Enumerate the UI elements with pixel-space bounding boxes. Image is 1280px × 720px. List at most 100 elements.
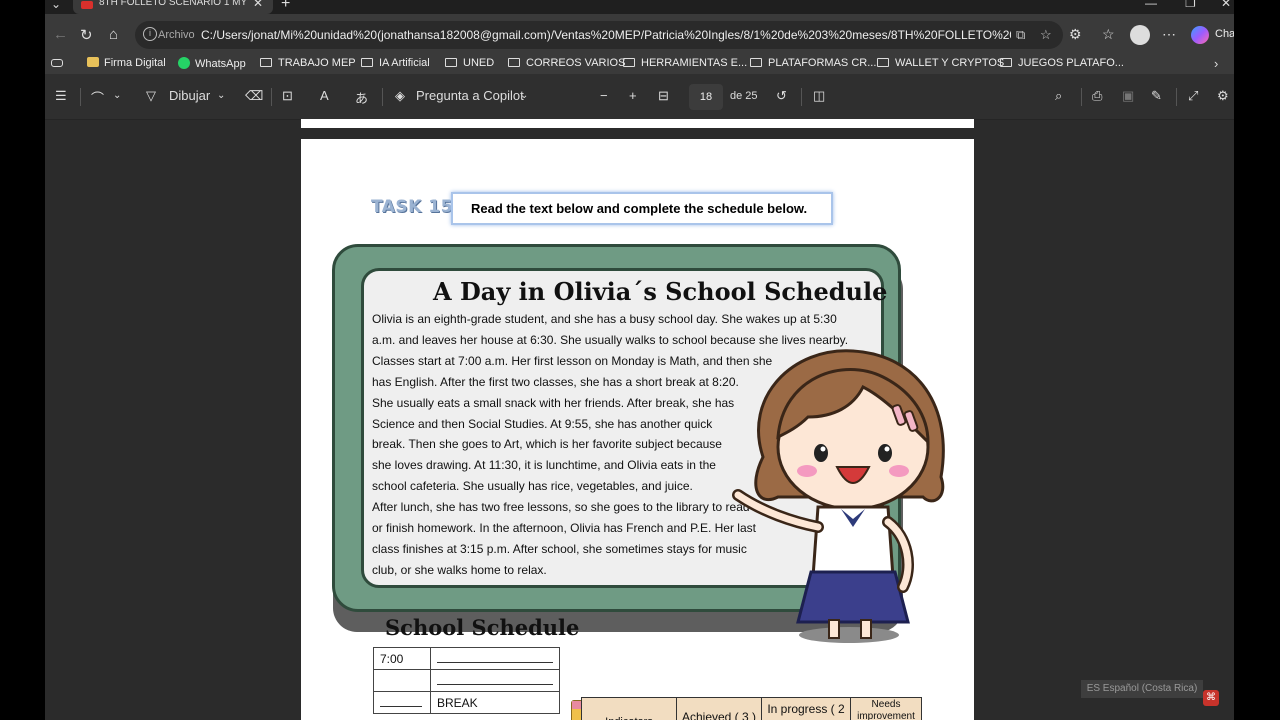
rubric-header-indicators: Indicators bbox=[581, 697, 677, 720]
toolbar-divider bbox=[382, 88, 383, 106]
folder-icon bbox=[508, 58, 520, 67]
save-as-icon[interactable]: ✎ bbox=[1151, 88, 1162, 104]
chat-label[interactable]: Chat bbox=[1215, 28, 1234, 40]
folder-icon bbox=[877, 58, 889, 67]
reload-icon[interactable]: ↻ bbox=[80, 26, 93, 44]
zoom-out-icon[interactable]: − bbox=[600, 88, 608, 103]
highlight-chevron-icon[interactable]: ⌄ bbox=[113, 90, 121, 101]
schedule-time-cell bbox=[373, 669, 431, 692]
page-number-input[interactable]: 18 bbox=[689, 84, 723, 110]
address-bar[interactable]: i Archivo C:/Users/jonat/Mi%20unidad%20(… bbox=[135, 21, 1063, 49]
draw-button[interactable]: Dibujar bbox=[169, 88, 210, 103]
contents-list-icon[interactable]: ☰ bbox=[55, 88, 67, 104]
profile-avatar[interactable] bbox=[1130, 25, 1150, 45]
bookmark-plataformas[interactable]: PLATAFORMAS CR... bbox=[750, 57, 876, 69]
title-bar: ⌄ 8TH FOLLETO SCENARIO 1 MY HIGH ✕ + — ❐… bbox=[45, 0, 1234, 14]
rubric-table: Indicators Achieved ( 3 ) In progress ( … bbox=[581, 697, 922, 720]
more-menu-icon[interactable]: ⋯ bbox=[1162, 26, 1176, 43]
schedule-table: 7:00 BREAK bbox=[373, 647, 560, 714]
close-window-icon[interactable]: ✕ bbox=[1221, 0, 1231, 10]
draw-icon[interactable]: ▽ bbox=[146, 88, 156, 104]
home-icon[interactable]: ⌂ bbox=[109, 26, 118, 43]
schedule-title: School Schedule bbox=[385, 615, 580, 640]
toolbar-divider bbox=[80, 88, 81, 106]
schedule-time-cell: 7:00 bbox=[373, 647, 431, 670]
tab-list-chevron-icon[interactable]: ⌄ bbox=[51, 0, 61, 11]
fit-page-icon[interactable]: ⊟ bbox=[658, 88, 669, 104]
bookmarks-more-chevron-icon[interactable]: › bbox=[1214, 56, 1218, 71]
pdf-toolbar: ☰ ⌒ ⌄ ▽ Dibujar ⌄ ⌫ ⊡ A あ ◈ Pregunta a C… bbox=[45, 74, 1234, 120]
copilot-icon[interactable] bbox=[1191, 26, 1209, 44]
bookmark-firma-digital[interactable]: Firma Digital bbox=[87, 57, 166, 69]
new-tab-icon[interactable]: + bbox=[281, 0, 290, 13]
task-label: TASK 15 bbox=[371, 197, 453, 217]
blank-line bbox=[437, 676, 553, 685]
ask-copilot-button[interactable]: Pregunta a Copilot bbox=[416, 88, 524, 103]
draw-chevron-icon[interactable]: ⌄ bbox=[217, 90, 225, 101]
copilot-page-icon[interactable]: ⧉ bbox=[1016, 27, 1025, 43]
search-icon[interactable]: ⌕ bbox=[1055, 88, 1062, 104]
active-tab[interactable]: 8TH FOLLETO SCENARIO 1 MY HIGH ✕ bbox=[73, 0, 273, 14]
browser-window: ⌄ 8TH FOLLETO SCENARIO 1 MY HIGH ✕ + — ❐… bbox=[45, 0, 1234, 720]
page-view-icon[interactable]: ◫ bbox=[813, 88, 825, 104]
print-icon[interactable]: ⎙ bbox=[1092, 88, 1102, 104]
read-aloud-icon[interactable]: A bbox=[320, 88, 329, 103]
story-line: Olivia is an eighth-grade student, and s… bbox=[372, 312, 837, 326]
info-icon[interactable]: i bbox=[143, 27, 157, 41]
bookmark-card-icon[interactable] bbox=[51, 59, 63, 67]
language-indicator[interactable]: ES Español (Costa Rica) bbox=[1081, 680, 1203, 698]
extensions-icon[interactable]: ⚙ bbox=[1069, 26, 1082, 43]
bookmark-uned[interactable]: UNED bbox=[445, 57, 494, 69]
bookmark-juegos[interactable]: JUEGOS PLATAFO... bbox=[1000, 57, 1124, 69]
translate-icon[interactable]: あ bbox=[355, 88, 368, 107]
rubric-header-needs-improvement: Needs improvement bbox=[850, 697, 922, 720]
text-box-icon[interactable]: ⊡ bbox=[282, 88, 293, 104]
fullscreen-icon[interactable]: ⤢ bbox=[1188, 88, 1198, 104]
eraser-icon[interactable]: ⌫ bbox=[245, 88, 263, 104]
desktop-edge bbox=[1234, 0, 1280, 720]
bookmark-trabajo-mep[interactable]: TRABAJO MEP bbox=[260, 57, 356, 69]
folder-icon bbox=[750, 58, 762, 67]
tab-title: 8TH FOLLETO SCENARIO 1 MY HIGH bbox=[99, 0, 249, 8]
bookmarks-bar: Firma Digital WhatsApp TRABAJO MEP IA Ar… bbox=[45, 56, 1234, 74]
back-icon[interactable]: ← bbox=[53, 26, 68, 43]
folder-icon bbox=[260, 58, 272, 67]
copilot-chevron-icon[interactable]: ⌄ bbox=[520, 90, 528, 101]
schedule-time-blank bbox=[373, 691, 431, 714]
minimize-icon[interactable]: — bbox=[1145, 0, 1157, 10]
settings-gear-icon[interactable]: ⚙ bbox=[1217, 88, 1229, 104]
task-instruction: Read the text below and complete the sch… bbox=[471, 201, 808, 216]
bookmark-correos-varios[interactable]: CORREOS VARIOS bbox=[508, 57, 625, 69]
bookmark-whatsapp[interactable]: WhatsApp bbox=[178, 57, 246, 70]
toolbar-divider bbox=[801, 88, 802, 106]
favorites-icon[interactable]: ☆ bbox=[1102, 26, 1115, 43]
address-scheme: Archivo bbox=[158, 29, 195, 41]
folder-icon bbox=[1000, 58, 1012, 67]
close-tab-icon[interactable]: ✕ bbox=[253, 0, 263, 10]
favorite-star-icon[interactable]: ☆ bbox=[1040, 27, 1052, 43]
url-text[interactable]: C:/Users/jonat/Mi%20unidad%20(jonathansa… bbox=[201, 28, 1011, 42]
folder-icon bbox=[623, 58, 635, 67]
bookmark-wallet-cryptos[interactable]: WALLET Y CRYPTOS bbox=[877, 57, 1004, 69]
firma-digital-icon bbox=[87, 57, 99, 67]
address-row: ← ↻ ⌂ i Archivo C:/Users/jonat/Mi%20unid… bbox=[45, 14, 1234, 56]
bookmark-herramientas[interactable]: HERRAMIENTAS E... bbox=[623, 57, 747, 69]
story-title: A Day in Olivia´s School Schedule bbox=[433, 277, 888, 306]
pdf-page: TASK 15 Read the text below and complete… bbox=[301, 139, 974, 720]
rotate-icon[interactable]: ↺ bbox=[776, 88, 787, 104]
save-icon[interactable]: ▣ bbox=[1122, 88, 1134, 104]
pdf-viewer[interactable]: TASK 15 Read the text below and complete… bbox=[45, 119, 1234, 720]
table-row: 7:00 bbox=[373, 647, 560, 670]
blank-line bbox=[380, 698, 422, 707]
folder-icon bbox=[445, 58, 457, 67]
zoom-in-icon[interactable]: + bbox=[629, 88, 637, 103]
copilot-small-icon[interactable]: ◈ bbox=[395, 88, 405, 104]
acrobat-icon[interactable]: ⌘ bbox=[1203, 690, 1219, 706]
restore-icon[interactable]: ❐ bbox=[1185, 0, 1196, 10]
rubric-header-achieved: Achieved ( 3 ) bbox=[676, 697, 762, 720]
highlight-icon[interactable]: ⌒ bbox=[91, 88, 104, 107]
bookmark-ia-artificial[interactable]: IA Artificial bbox=[361, 57, 430, 69]
rubric-header-in-progress: In progress ( 2 bbox=[761, 697, 851, 720]
task-instruction-box: Read the text below and complete the sch… bbox=[451, 192, 833, 225]
schedule-activity-blank bbox=[430, 669, 560, 692]
